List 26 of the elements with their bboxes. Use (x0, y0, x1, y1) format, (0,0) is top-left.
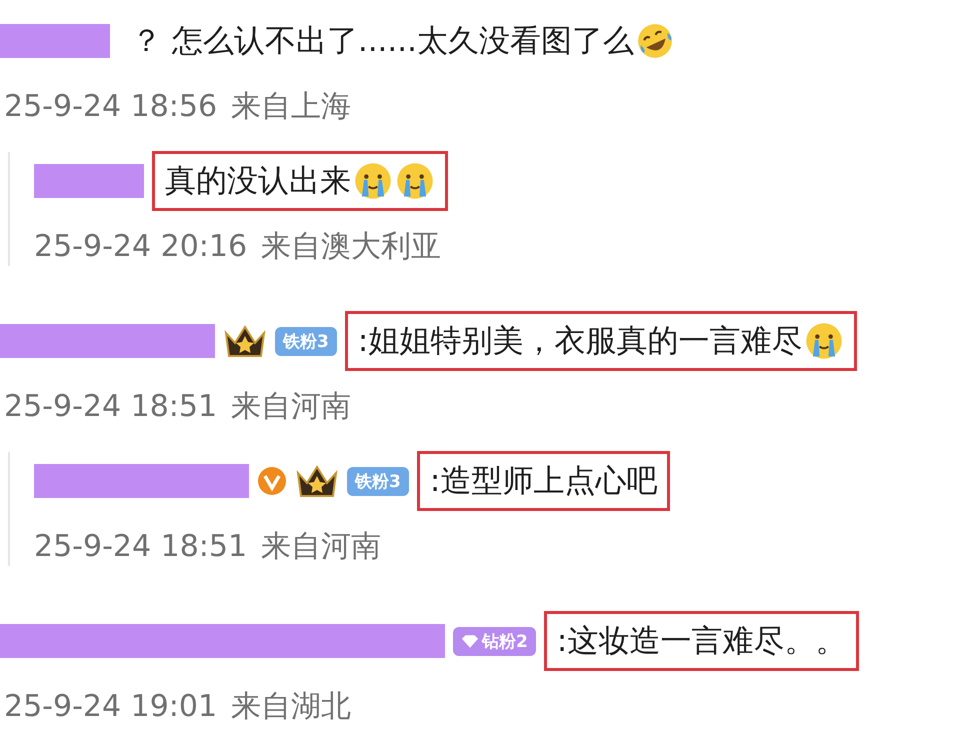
comment-location: 来自河南 (261, 528, 382, 566)
fan-badge: 铁粉3 (275, 326, 337, 356)
comment-location: 来自湖北 (231, 688, 352, 726)
comment-location: 来自河南 (231, 388, 352, 426)
laughing-emoji-icon (636, 22, 674, 60)
comment-time: 25-9-24 18:51 (4, 388, 218, 424)
comment-location: 来自上海 (231, 88, 352, 126)
badge-label: 钻粉2 (482, 630, 528, 652)
comment-text: :这妆造一言难尽。。 (556, 622, 846, 661)
comment-time: 25-9-24 20:16 (34, 228, 248, 264)
crown-icon (295, 463, 339, 499)
comment-text: :造型师上点心吧 (430, 462, 658, 501)
crying-emoji-icon (804, 321, 844, 361)
comment-time: 25-9-24 18:56 (4, 88, 218, 124)
diamond-icon (461, 634, 479, 648)
comment-text: ？ 怎么认不出了......太久没看图了么 (131, 22, 634, 61)
verified-icon (257, 466, 287, 496)
comment-time: 25-9-24 18:51 (34, 528, 248, 564)
comment-text: :姐姐特别美，衣服真的一言难尽 (358, 322, 802, 361)
fan-badge: 铁粉3 (347, 466, 409, 496)
crown-icon (223, 323, 267, 359)
comment-time: 25-9-24 19:01 (4, 688, 218, 724)
comment-text: 真的没认出来 (165, 162, 351, 201)
crying-emoji-icon (353, 161, 393, 201)
comment-location: 来自澳大利亚 (261, 228, 442, 266)
crying-emoji-icon (395, 161, 435, 201)
